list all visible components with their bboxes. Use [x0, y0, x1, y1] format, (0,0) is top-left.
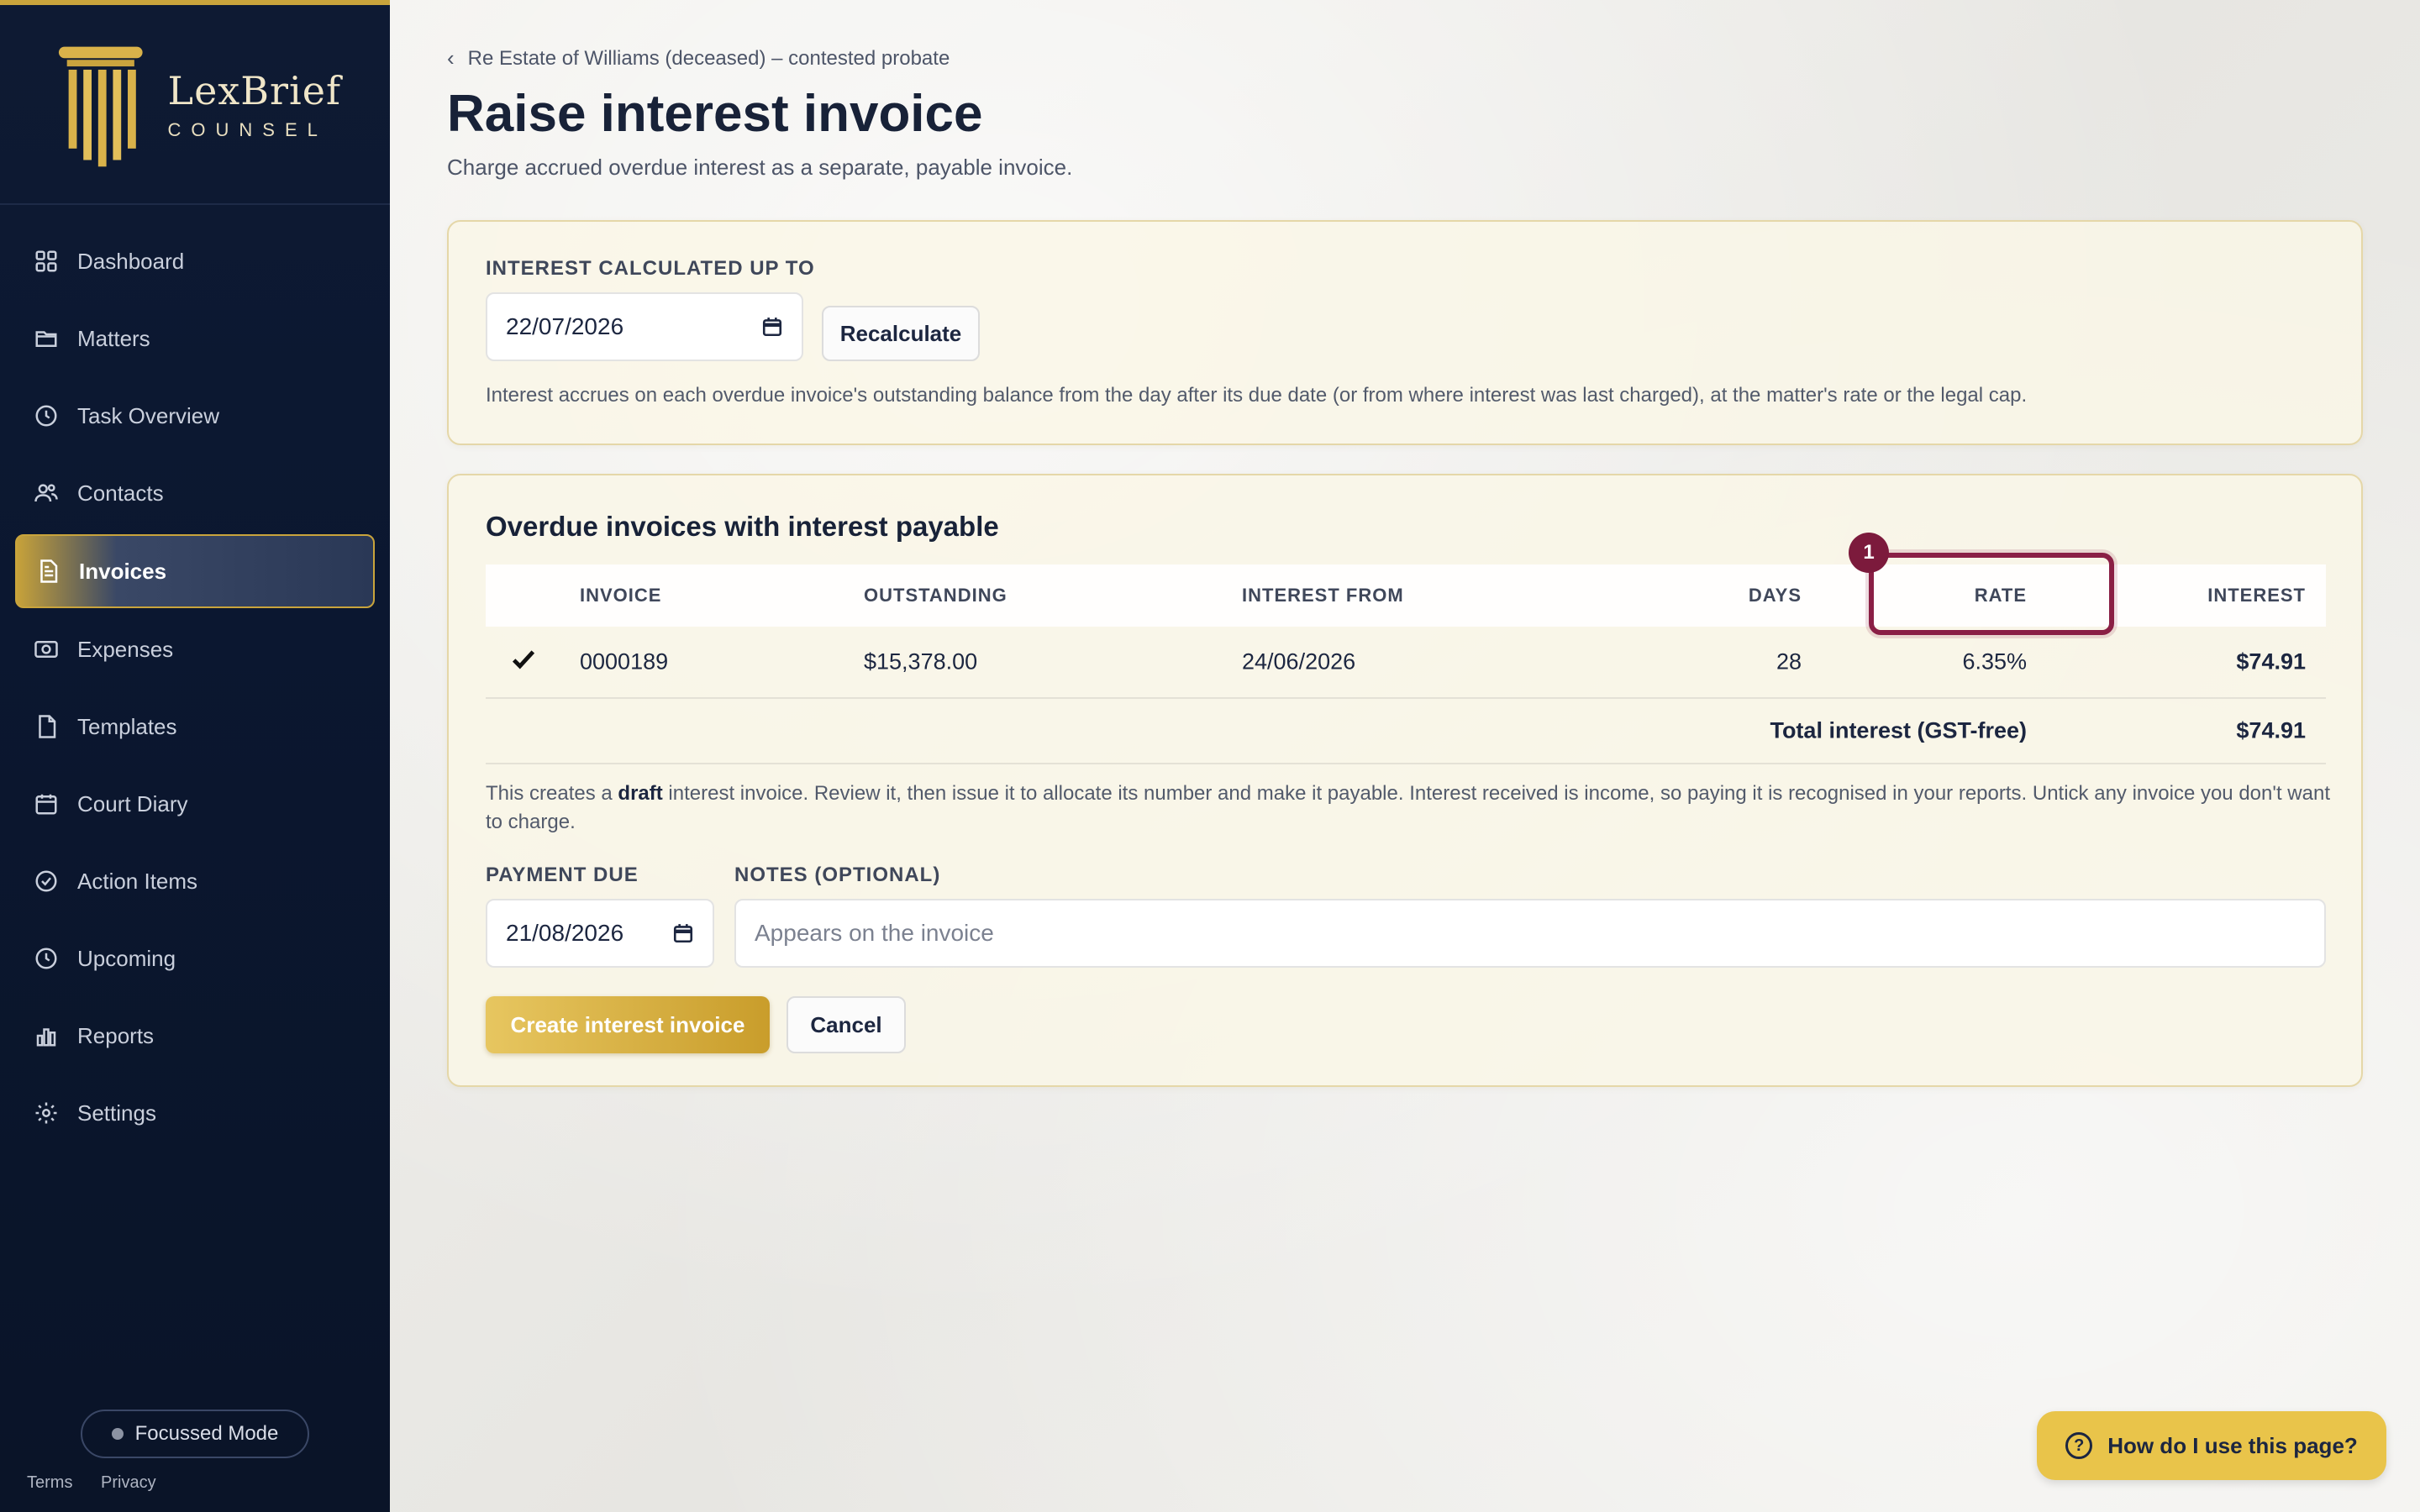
folder-icon — [35, 331, 57, 347]
total-row: Total interest (GST-free) $74.91 — [486, 699, 2326, 764]
help-label: How do I use this page? — [2107, 1432, 2358, 1458]
payment-due-input[interactable]: 21/08/2026 — [486, 899, 714, 968]
cell-interest: $74.91 — [2236, 648, 2306, 675]
draft-note-text: This creates a — [486, 782, 618, 805]
brand-logo[interactable]: LexBrief COUNSEL — [55, 42, 341, 168]
sidebar-item-label: Court Diary — [77, 790, 188, 816]
sidebar-item-label: Task Overview — [77, 402, 220, 428]
main-content: ‹ Re Estate of Williams (deceased) – con… — [390, 0, 2420, 1512]
calc-date-value: 22/07/2026 — [506, 313, 624, 339]
page-subtitle: Charge accrued overdue interest as a sep… — [447, 155, 1073, 180]
focussed-mode-label: Focussed Mode — [134, 1422, 279, 1445]
question-icon: ? — [2065, 1432, 2093, 1459]
sidebar-item-contacts[interactable]: Contacts — [15, 457, 375, 529]
calendar-icon[interactable] — [761, 316, 783, 338]
interest-calc-card: INTEREST CALCULATED UP TO 22/07/2026 Rec… — [447, 220, 2363, 445]
cell-outstanding: $15,378.00 — [864, 648, 978, 675]
check-circle-icon — [35, 870, 57, 892]
draft-note: This creates a draft interest invoice. R… — [486, 780, 2334, 837]
footer-links: Terms Privacy — [27, 1473, 180, 1493]
sidebar-item-label: Upcoming — [77, 945, 176, 971]
rate-column-highlight — [1869, 553, 2114, 635]
total-value: $74.91 — [2236, 717, 2306, 743]
calc-date-input[interactable]: 22/07/2026 — [486, 292, 803, 361]
file-icon — [39, 715, 56, 738]
page-title: Raise interest invoice — [447, 85, 983, 143]
sidebar-item-matters[interactable]: Matters — [15, 302, 375, 375]
sidebar-item-upcoming[interactable]: Upcoming — [15, 922, 375, 995]
sidebar-item-label: Action Items — [77, 868, 198, 894]
draft-note-text-rest: interest invoice. Review it, then issue … — [486, 782, 2330, 833]
focussed-mode-toggle[interactable]: Focussed Mode — [81, 1410, 309, 1458]
cell-invoice[interactable]: 0000189 — [580, 649, 668, 675]
chevron-left-icon: ‹ — [447, 45, 455, 71]
people-icon — [34, 484, 58, 502]
sidebar-item-reports[interactable]: Reports — [15, 1000, 375, 1072]
privacy-link[interactable]: Privacy — [101, 1473, 156, 1492]
row-checkbox[interactable] — [509, 645, 538, 680]
total-label: Total interest (GST-free) — [1770, 717, 2027, 743]
table-row: 0000189 $15,378.00 24/06/2026 28 6.35% $… — [486, 627, 2326, 699]
calendar-icon[interactable] — [672, 922, 694, 944]
sidebar-item-invoices[interactable]: Invoices — [15, 534, 375, 608]
terms-link[interactable]: Terms — [27, 1473, 72, 1492]
draft-note-bold: draft — [618, 782, 663, 805]
sidebar-item-settings[interactable]: Settings — [15, 1077, 375, 1149]
status-dot-icon — [111, 1428, 124, 1440]
sidebar-item-label: Invoices — [79, 558, 167, 584]
col-interest[interactable]: INTEREST — [2207, 585, 2306, 606]
sidebar-item-action-items[interactable]: Action Items — [15, 845, 375, 917]
payment-due-value: 21/08/2026 — [506, 920, 624, 946]
document-icon — [40, 559, 58, 583]
create-interest-invoice-button[interactable]: Create interest invoice — [486, 996, 770, 1053]
calc-helper-text: Interest accrues on each overdue invoice… — [486, 384, 2028, 407]
sidebar-item-task-overview[interactable]: Task Overview — [15, 380, 375, 452]
breadcrumb-matter: Re Estate of Williams (deceased) – conte… — [467, 46, 950, 70]
col-days[interactable]: DAYS — [1749, 585, 1802, 606]
sidebar-nav: Dashboard Matters Task Overview Contacts… — [15, 225, 375, 1154]
sidebar-item-label: Settings — [77, 1100, 156, 1126]
notes-label: NOTES (OPTIONAL) — [734, 864, 941, 886]
cancel-button[interactable]: Cancel — [786, 996, 906, 1053]
sidebar-item-templates[interactable]: Templates — [15, 690, 375, 763]
sidebar-item-label: Contacts — [77, 480, 164, 506]
clock-icon — [35, 405, 57, 427]
overdue-section-title: Overdue invoices with interest payable — [486, 511, 999, 542]
checkmark-icon — [512, 650, 535, 669]
sidebar-item-label: Dashboard — [77, 248, 185, 274]
pillar-logo-icon — [58, 46, 143, 167]
breadcrumb[interactable]: ‹ Re Estate of Williams (deceased) – con… — [447, 45, 950, 71]
calendar-icon — [35, 794, 57, 815]
recalculate-button[interactable]: Recalculate — [822, 306, 980, 361]
cell-rate: 6.35% — [1962, 648, 2027, 675]
gear-icon — [35, 1102, 57, 1124]
col-invoice[interactable]: INVOICE — [580, 585, 661, 606]
sidebar-item-label: Expenses — [77, 636, 174, 662]
bar-chart-icon — [36, 1028, 56, 1047]
col-interest-from[interactable]: INTEREST FROM — [1242, 585, 1404, 606]
notes-input[interactable]: Appears on the invoice — [734, 899, 2326, 968]
col-outstanding[interactable]: OUTSTANDING — [864, 585, 1007, 606]
sidebar-item-label: Matters — [77, 325, 150, 351]
sidebar: LexBrief COUNSEL Dashboard Matters Task … — [0, 0, 390, 1512]
sidebar-item-label: Reports — [77, 1022, 155, 1048]
brand-name: LexBrief — [167, 68, 341, 113]
sidebar-divider — [0, 203, 390, 205]
cell-days: 28 — [1776, 648, 1802, 675]
step-badge: 1 — [1849, 533, 1889, 573]
clock-icon — [35, 948, 57, 969]
calc-date-label: INTEREST CALCULATED UP TO — [486, 257, 815, 280]
overdue-invoices-card: Overdue invoices with interest payable I… — [447, 474, 2363, 1087]
sidebar-item-dashboard[interactable]: Dashboard — [15, 225, 375, 297]
sidebar-item-expenses[interactable]: Expenses — [15, 613, 375, 685]
brand-subtitle: COUNSEL — [167, 119, 328, 140]
help-button[interactable]: ? How do I use this page? — [2037, 1411, 2386, 1480]
sidebar-item-court-diary[interactable]: Court Diary — [15, 768, 375, 840]
payment-due-label: PAYMENT DUE — [486, 864, 639, 886]
grid-icon — [35, 250, 57, 272]
camera-icon — [34, 641, 58, 658]
cell-interest-from: 24/06/2026 — [1242, 648, 1356, 675]
notes-placeholder: Appears on the invoice — [755, 920, 994, 946]
sidebar-item-label: Templates — [77, 713, 177, 739]
